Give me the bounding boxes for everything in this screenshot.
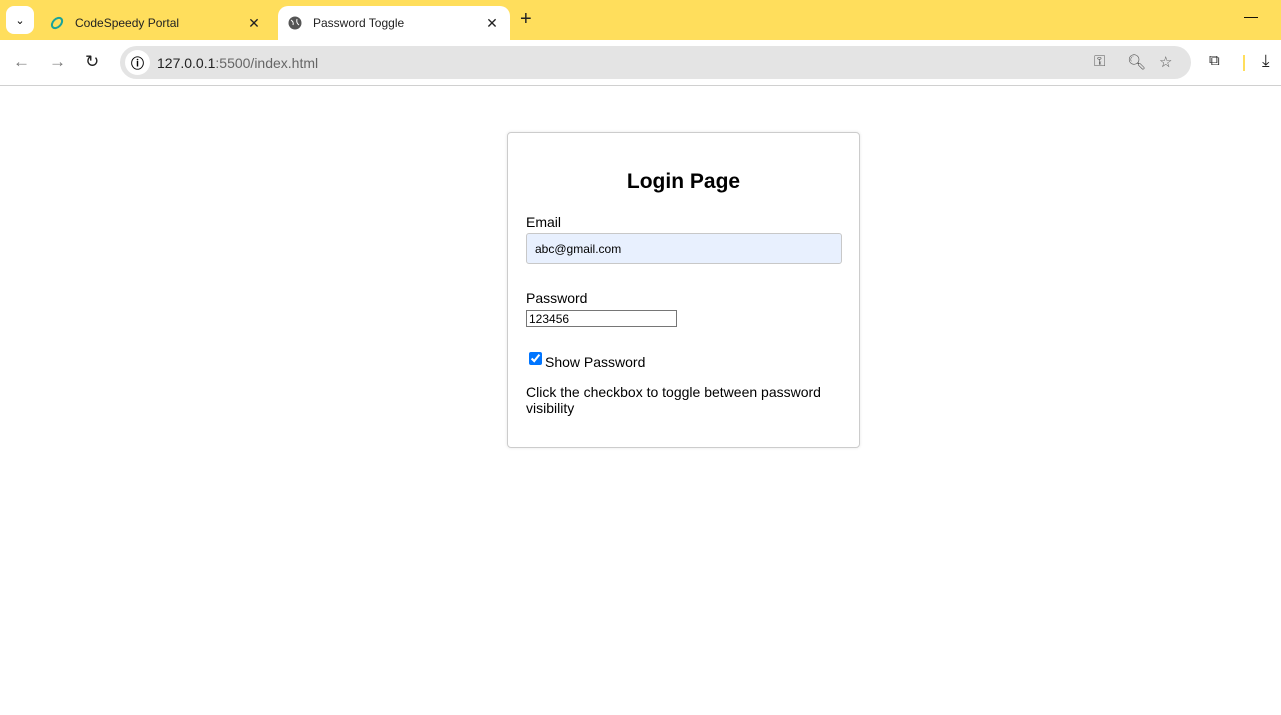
show-password-checkbox[interactable]: [529, 352, 542, 365]
codespeedy-logo-icon: [49, 15, 65, 31]
reload-icon[interactable]: ↻: [85, 52, 99, 72]
email-label: Email: [526, 214, 562, 230]
download-icon[interactable]: ⤓: [1262, 51, 1270, 71]
minimize-button[interactable]: —: [1244, 8, 1258, 24]
back-icon[interactable]: ←: [13, 52, 30, 72]
page-title: Login Page: [626, 170, 741, 193]
globe-icon: [287, 15, 303, 31]
tab-search-button[interactable]: ⌄: [6, 6, 34, 34]
zoom-icon[interactable]: 🔍︎: [1127, 53, 1146, 71]
url-text[interactable]: 127.0.0.1:5500/index.html: [157, 55, 318, 71]
site-info-icon[interactable]: ⓘ: [125, 50, 150, 75]
key-icon[interactable]: ⚿: [1094, 53, 1105, 70]
close-icon[interactable]: ✕: [482, 15, 502, 32]
tab-strip: ⌄ CodeSpeedy Portal ✕ Password Toggle ✕ …: [0, 0, 1281, 40]
new-tab-button[interactable]: +: [520, 8, 532, 31]
password-field[interactable]: [526, 310, 677, 327]
password-label: Password: [526, 290, 588, 306]
toolbar: ← → ↻ ⓘ 127.0.0.1:5500/index.html ⚿ 🔍︎ ☆…: [0, 40, 1281, 86]
show-password-label[interactable]: Show Password: [545, 354, 645, 370]
tab-codespeedy[interactable]: CodeSpeedy Portal ✕: [40, 6, 272, 40]
tab-title: Password Toggle: [313, 16, 405, 30]
login-card: Login Page Email Password Show Password …: [507, 132, 860, 448]
email-field[interactable]: [526, 233, 842, 264]
close-icon[interactable]: ✕: [244, 15, 264, 32]
divider: [1243, 55, 1245, 71]
star-icon[interactable]: ☆: [1159, 53, 1172, 71]
tab-title: CodeSpeedy Portal: [75, 16, 180, 30]
address-bar[interactable]: ⓘ 127.0.0.1:5500/index.html ⚿ 🔍︎ ☆: [120, 46, 1191, 79]
forward-icon[interactable]: →: [49, 52, 66, 72]
help-text: Click the checkbox to toggle between pas…: [526, 384, 821, 416]
extensions-icon[interactable]: ⧉: [1209, 52, 1220, 69]
tab-password-toggle[interactable]: Password Toggle ✕: [278, 6, 510, 40]
